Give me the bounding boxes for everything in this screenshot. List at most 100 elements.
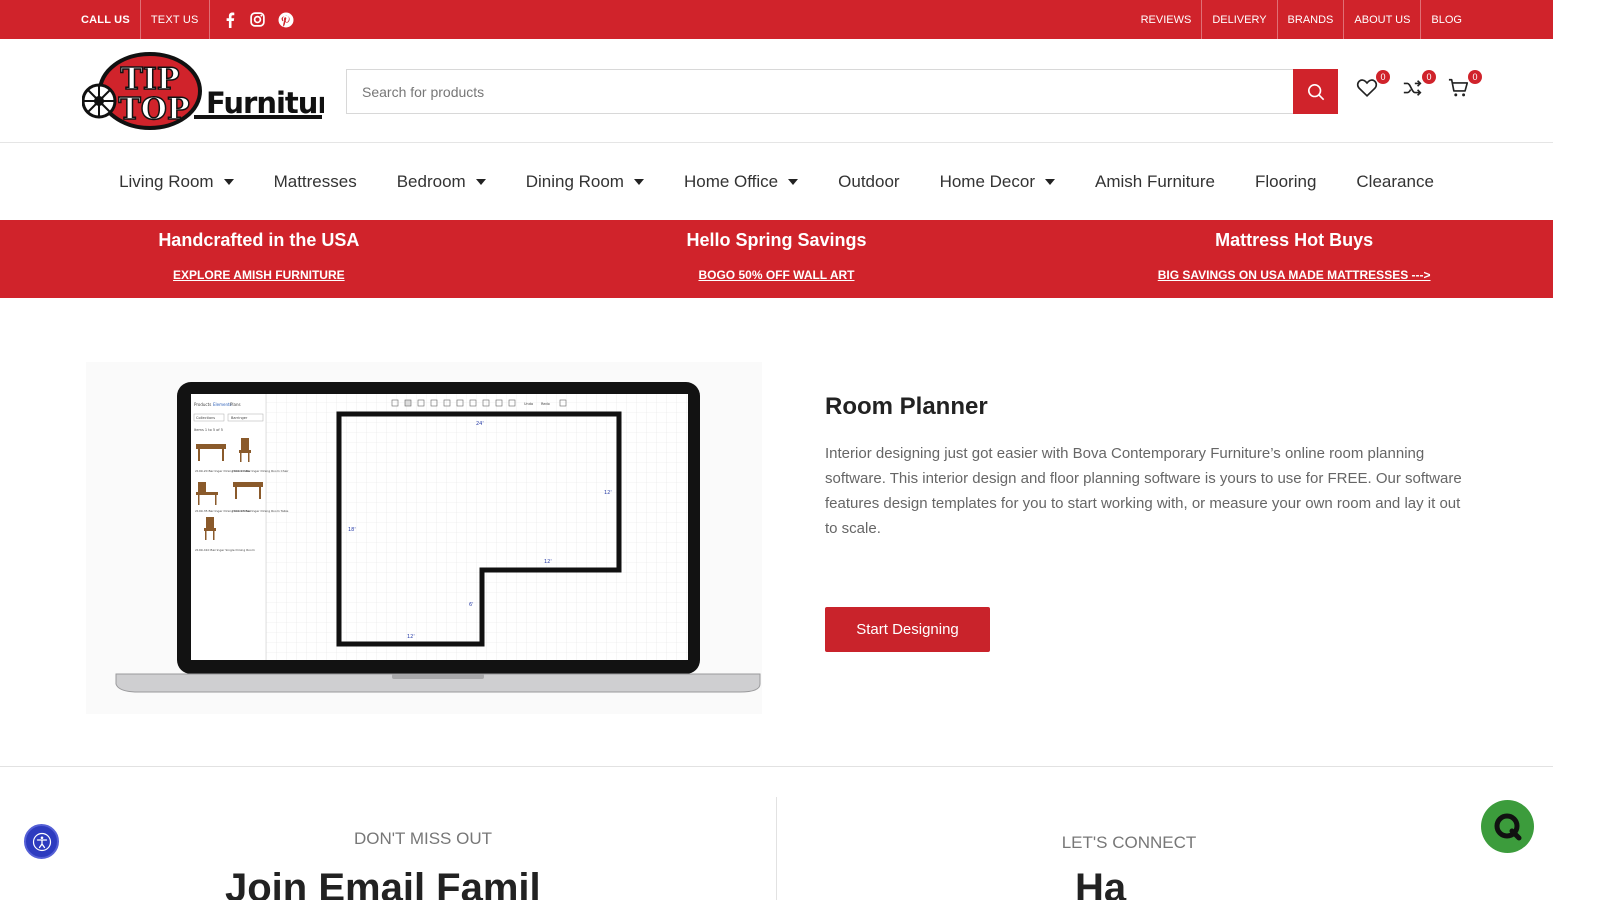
planner-dimension: 12' <box>604 490 612 496</box>
nav-item-dining-room[interactable]: Dining Room <box>506 172 664 192</box>
nav-item-label: Clearance <box>1356 171 1434 191</box>
promo-strip: Handcrafted in the USA EXPLORE AMISH FUR… <box>0 220 1553 298</box>
about-us-link[interactable]: ABOUT US <box>1343 0 1420 39</box>
search-button[interactable] <box>1293 69 1338 114</box>
planner-product-label: 2199-28 Barringer Dining Room Table <box>232 509 289 513</box>
promo-heading: Hello Spring Savings <box>686 230 867 250</box>
nav-item-label: Outdoor <box>838 171 900 191</box>
room-planner-section: Room Planner Interior designing just got… <box>825 393 1465 541</box>
nav-item-outdoor[interactable]: Outdoor <box>818 172 919 192</box>
nav-item-label: Home Decor <box>939 171 1035 191</box>
social-links <box>208 0 294 39</box>
reviews-link[interactable]: REVIEWS <box>1131 0 1202 39</box>
search-input[interactable] <box>347 70 1293 113</box>
planner-dimension: 12' <box>407 634 415 640</box>
nav-item-home-decor[interactable]: Home Decor <box>920 172 1075 192</box>
nav-item-label: Dining Room <box>525 171 624 191</box>
planner-filter-value: Barringer <box>231 416 248 420</box>
shuffle-icon <box>1403 80 1422 96</box>
caret-down-icon <box>788 178 799 185</box>
promo-column: Hello Spring Savings BOGO 50% OFF WALL A… <box>518 220 1036 298</box>
text-us-link[interactable]: TEXT US <box>139 0 209 39</box>
section-divider <box>0 766 1553 767</box>
wishlist-button[interactable]: 0 <box>1356 70 1390 101</box>
join-email-heading: Join Email Famil <box>225 866 541 900</box>
lets-connect-label: LET'S CONNECT <box>1061 833 1197 852</box>
site-logo[interactable]: TIP TOP Furniture <box>81 51 351 131</box>
cart-button[interactable]: 0 <box>1448 70 1482 101</box>
caret-down-icon <box>223 178 234 185</box>
call-us-link[interactable]: CALL US <box>81 14 140 26</box>
planner-product-label: 2199-21 Barringer Dining Room Chair <box>232 469 289 473</box>
chat-button[interactable] <box>1481 800 1534 853</box>
planner-dimension: 18' <box>348 527 356 533</box>
instagram-icon[interactable] <box>250 12 266 28</box>
caret-down-icon <box>633 178 644 185</box>
dont-miss-out-label: DON'T MISS OUT <box>354 829 492 848</box>
planner-tab: Elements <box>213 402 232 407</box>
nav-item-living-room[interactable]: Living Room <box>99 172 254 192</box>
chat-icon <box>1494 813 1521 840</box>
promo-link[interactable]: BOGO 50% OFF WALL ART <box>698 268 854 282</box>
promo-column: Mattress Hot Buys BIG SAVINGS ON USA MAD… <box>1035 220 1553 298</box>
cart-count-badge: 0 <box>1468 70 1482 84</box>
planner-filter-label: Collections <box>196 416 215 420</box>
room-planner-title: Room Planner <box>825 393 988 420</box>
nav-item-mattresses[interactable]: Mattresses <box>254 172 377 192</box>
pinterest-icon[interactable] <box>278 12 294 28</box>
cart-icon <box>1448 78 1469 97</box>
start-designing-button[interactable]: Start Designing <box>825 607 990 652</box>
promo-link[interactable]: EXPLORE AMISH FURNITURE <box>173 268 345 282</box>
nav-item-amish-furniture[interactable]: Amish Furniture <box>1075 172 1235 192</box>
connect-heading: Ha <box>1075 866 1127 900</box>
nav-item-flooring[interactable]: Flooring <box>1235 172 1336 192</box>
delivery-link[interactable]: DELIVERY <box>1201 0 1276 39</box>
column-divider <box>776 797 777 900</box>
promo-heading: Handcrafted in the USA <box>158 230 360 250</box>
facebook-icon[interactable] <box>222 12 238 28</box>
nav-item-bedroom[interactable]: Bedroom <box>377 172 506 192</box>
nav-item-label: Home Office <box>683 171 779 191</box>
planner-tab: Plans <box>230 402 241 407</box>
planner-dimension: 12' <box>544 559 552 565</box>
site-header: TIP TOP Furniture 0 0 0 <box>0 39 1553 143</box>
nav-item-label: Amish Furniture <box>1095 171 1215 191</box>
room-planner-description: Interior designing just got easier with … <box>825 445 1462 537</box>
svg-text:TOP: TOP <box>118 92 189 127</box>
caret-down-icon <box>1045 178 1055 185</box>
accessibility-button[interactable] <box>24 824 59 859</box>
blog-link[interactable]: BLOG <box>1420 0 1472 39</box>
planner-redo: Redo <box>541 402 550 406</box>
search-icon <box>1307 83 1324 100</box>
accessibility-icon <box>32 832 51 851</box>
nav-item-label: Bedroom <box>396 171 466 191</box>
planner-dimension: 24' <box>476 421 484 427</box>
wishlist-count-badge: 0 <box>1376 70 1390 84</box>
compare-count-badge: 0 <box>1422 70 1436 84</box>
planner-tab: Products <box>194 402 211 407</box>
header-icons: 0 0 0 <box>1356 70 1482 101</box>
topbar-right-links: REVIEWS DELIVERY BRANDS ABOUT US BLOG <box>1131 0 1472 39</box>
promo-heading: Mattress Hot Buys <box>1215 230 1374 250</box>
planner-product-label: 2199-410 Barringer Single Dining Room <box>195 548 255 552</box>
topbar-left: CALL US TEXT US <box>81 0 294 39</box>
nav-item-label: Living Room <box>119 171 214 191</box>
nav-item-clearance[interactable]: Clearance <box>1336 172 1454 192</box>
promo-link[interactable]: BIG SAVINGS ON USA MADE MATTRESSES ---> <box>1158 268 1431 282</box>
heart-icon <box>1356 79 1378 97</box>
planner-undo: Undo <box>524 402 533 406</box>
top-bar: CALL US TEXT US REVIEWS DELIVERY BRANDS … <box>0 0 1553 39</box>
nav-item-label: Flooring <box>1254 171 1317 191</box>
main-nav: Living Room Mattresses Bedroom Dining Ro… <box>0 143 1553 220</box>
planner-items-count: Items 1 to 5 of 5 <box>194 428 223 432</box>
room-planner-illustration: Products Elements Plans Collections Barr… <box>86 362 762 714</box>
svg-text:Furniture: Furniture <box>206 86 324 120</box>
promo-column: Handcrafted in the USA EXPLORE AMISH FUR… <box>0 220 518 298</box>
compare-button[interactable]: 0 <box>1402 70 1436 101</box>
planner-dimension: 6' <box>469 602 474 608</box>
nav-item-label: Mattresses <box>273 171 357 191</box>
nav-item-home-office[interactable]: Home Office <box>664 172 818 192</box>
caret-down-icon <box>475 178 486 185</box>
brands-link[interactable]: BRANDS <box>1276 0 1344 39</box>
search-bar <box>346 69 1338 114</box>
